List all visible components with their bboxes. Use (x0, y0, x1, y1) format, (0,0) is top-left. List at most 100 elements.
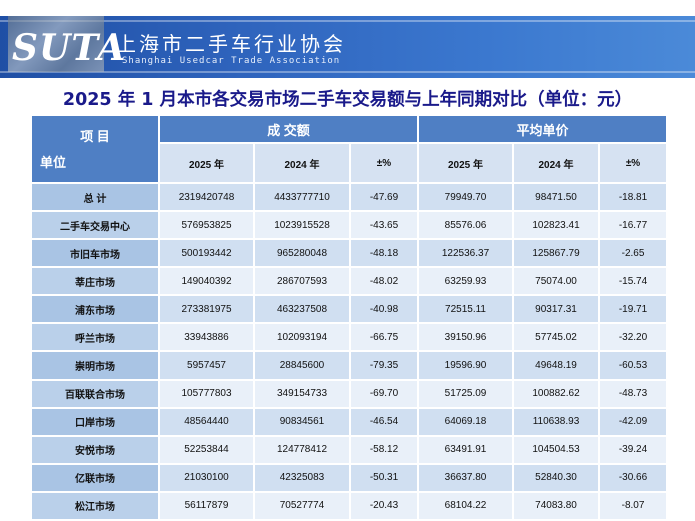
table-cell: 149040392 (158, 266, 255, 297)
sub-header: 2024 年 (512, 142, 600, 184)
comparison-table: 项 目 单位 成 交额 平均单价 2025 年 2024 年 ±% 2025 年… (30, 114, 669, 521)
table-cell: -47.69 (349, 181, 419, 213)
sub-header: ±% (349, 142, 419, 184)
row-label: 口岸市场 (30, 406, 160, 437)
table-cell: 64069.18 (417, 406, 514, 437)
table-cell: 576953825 (158, 210, 255, 241)
sub-header: 2025 年 (417, 142, 514, 184)
row-label: 二手车交易中心 (30, 210, 160, 241)
table-cell: 349154733 (253, 378, 351, 409)
table-cell: -39.24 (597, 434, 669, 465)
table-cell: 500193442 (158, 238, 255, 269)
table-cell: 52253844 (158, 434, 255, 465)
table-row: 亿联市场 21030100 42325083 -50.31 36637.80 52840.… (30, 462, 669, 493)
table-cell: 90834561 (253, 406, 351, 437)
banner-stripe-bottom (0, 71, 695, 73)
table-cell: 124778412 (253, 434, 351, 465)
table-row: 呼兰市场 33943886 102093194 -66.75 39150.96 57745… (30, 322, 669, 353)
table-cell: 98471.50 (512, 181, 600, 213)
table-cell: 72515.11 (417, 294, 514, 325)
row-label: 安悦市场 (30, 434, 160, 465)
org-name: 上海市二手车行业协会 (116, 32, 346, 56)
table-row: 浦东市场 273381975 463237508 -40.98 72515.11 9031… (30, 294, 669, 325)
table-cell: -15.74 (597, 266, 669, 297)
row-label: 市旧车市场 (30, 238, 160, 269)
table-cell: 63259.93 (417, 266, 514, 297)
row-label: 总 计 (30, 181, 160, 213)
table-cell: 56117879 (158, 490, 255, 521)
sub-header: 2024 年 (253, 142, 351, 184)
corner-header: 项 目 单位 (30, 114, 160, 184)
row-label: 松江市场 (30, 490, 160, 521)
table-cell: -2.65 (597, 238, 669, 269)
table-cell: 122536.37 (417, 238, 514, 269)
table-cell: 463237508 (253, 294, 351, 325)
table-cell: -79.35 (349, 350, 419, 381)
table-cell: 5957457 (158, 350, 255, 381)
table-cell: -19.71 (597, 294, 669, 325)
table-row: 二手车交易中心 576953825 1023915528 -43.65 85576.06… (30, 210, 669, 241)
table-cell: 52840.30 (512, 462, 600, 493)
table-cell: -58.12 (349, 434, 419, 465)
table-cell: 75074.00 (512, 266, 600, 297)
table-cell: 19596.90 (417, 350, 514, 381)
table-cell: -8.07 (597, 490, 669, 521)
sub-header: ±% (597, 142, 669, 184)
table-cell: -48.18 (349, 238, 419, 269)
table-cell: 21030100 (158, 462, 255, 493)
table-cell: 4433777710 (253, 181, 351, 213)
table-cell: 102823.41 (512, 210, 600, 241)
org-name-en: Shanghai Usedcar Trade Association (122, 56, 341, 66)
table-cell: 70527774 (253, 490, 351, 521)
sub-header: 2025 年 (158, 142, 255, 184)
corner-header-top: 项 目 (80, 129, 110, 144)
table-cell: 42325083 (253, 462, 351, 493)
table-cell: -48.73 (597, 378, 669, 409)
table-cell: 104504.53 (512, 434, 600, 465)
table-cell: -66.75 (349, 322, 419, 353)
header-banner: SUTA 上海市二手车行业协会 Shanghai Usedcar Trade A… (0, 16, 695, 78)
table-cell: -16.77 (597, 210, 669, 241)
table-row: 总 计 2319420748 4433777710 -47.69 79949.70 984… (30, 181, 669, 213)
table-row: 口岸市场 48564440 90834561 -46.54 64069.18 110638… (30, 406, 669, 437)
row-label: 呼兰市场 (30, 322, 160, 353)
table-body: 总 计 2319420748 4433777710 -47.69 79949.70 984… (30, 181, 669, 521)
table-cell: 79949.70 (417, 181, 514, 213)
row-label: 浦东市场 (30, 294, 160, 325)
table-cell: -30.66 (597, 462, 669, 493)
table-cell: -40.98 (349, 294, 419, 325)
table-cell: -60.53 (597, 350, 669, 381)
table-row: 百联联合市场 105777803 349154733 -69.70 51725.09 10… (30, 378, 669, 409)
table-cell: 965280048 (253, 238, 351, 269)
table-cell: 48564440 (158, 406, 255, 437)
table-cell: 36637.80 (417, 462, 514, 493)
table-cell: 125867.79 (512, 238, 600, 269)
row-label: 亿联市场 (30, 462, 160, 493)
table-cell: 74083.80 (512, 490, 600, 521)
table-row: 市旧车市场 500193442 965280048 -48.18 122536.37 12… (30, 238, 669, 269)
table-cell: -43.65 (349, 210, 419, 241)
table-cell: -50.31 (349, 462, 419, 493)
table-cell: 90317.31 (512, 294, 600, 325)
table-cell: 33943886 (158, 322, 255, 353)
table-cell: 63491.91 (417, 434, 514, 465)
row-label: 莘庄市场 (30, 266, 160, 297)
table-cell: -48.02 (349, 266, 419, 297)
table-cell: 51725.09 (417, 378, 514, 409)
table-cell: -69.70 (349, 378, 419, 409)
banner-stripe-top (0, 20, 695, 22)
table-cell: 57745.02 (512, 322, 600, 353)
table-cell: -32.20 (597, 322, 669, 353)
report-title: 2025 年 1 月本市各交易市场二手车交易额与上年同期对比（单位：元） (62, 90, 633, 110)
table-cell: -20.43 (349, 490, 419, 521)
group-header-amount: 成 交额 (158, 114, 419, 144)
table-cell: 85576.06 (417, 210, 514, 241)
table-cell: 28845600 (253, 350, 351, 381)
row-label: 崇明市场 (30, 350, 160, 381)
table-cell: 286707593 (253, 266, 351, 297)
table-cell: 105777803 (158, 378, 255, 409)
group-header-avg-price: 平均单价 (416, 114, 669, 144)
table-cell: 68104.22 (417, 490, 514, 521)
table-cell: 110638.93 (512, 406, 600, 437)
corner-header-bottom: 单位 (40, 155, 67, 170)
